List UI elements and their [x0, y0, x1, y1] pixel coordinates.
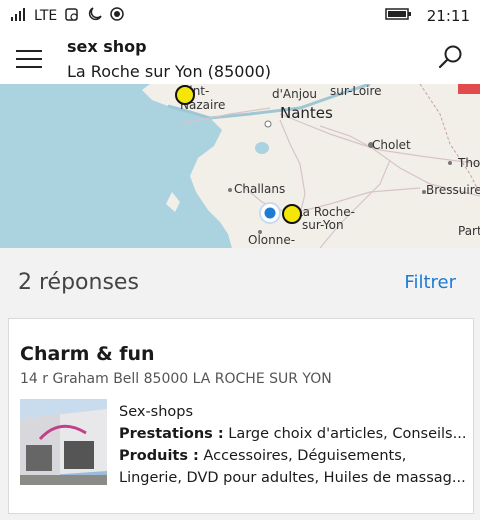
results-map[interactable]: aint- Nazaire d'Anjou sur-Loire Nantes C…: [0, 84, 480, 248]
battery-icon: [385, 7, 413, 25]
status-right: 21:11: [385, 7, 470, 25]
listing-card[interactable]: Charm & fun 14 r Graham Bell 85000 LA RO…: [8, 318, 474, 514]
menu-icon[interactable]: [16, 50, 42, 68]
status-bar: LTE 21:11: [0, 0, 480, 32]
produits-value: Accessoires, Déguisements,: [198, 448, 407, 464]
listing-address: 14 r Graham Bell 85000 LA ROCHE SUR YON: [20, 371, 332, 387]
listing-name[interactable]: Charm & fun: [20, 343, 155, 365]
produits-label: Produits :: [119, 448, 199, 464]
search-location[interactable]: La Roche sur Yon (85000): [67, 62, 271, 81]
listing-produits-cont: Lingerie, DVD pour adultes, Huiles de ma…: [119, 470, 466, 486]
location-status-icon: [109, 6, 125, 26]
results-bar: 2 réponses Filtrer: [0, 248, 480, 318]
listing-produits: Produits : Accessoires, Déguisements,: [119, 445, 469, 467]
map-markers: [175, 85, 302, 224]
prestations-value: Large choix d'articles, Conseils...: [223, 426, 467, 442]
search-icon[interactable]: [438, 44, 464, 70]
listing-details: Sex-shops Prestations : Large choix d'ar…: [119, 401, 469, 489]
network-type: LTE: [34, 8, 58, 24]
moon-icon: [87, 6, 103, 26]
prestations-label: Prestations :: [119, 426, 224, 442]
status-left: LTE: [10, 6, 125, 26]
listing-photo[interactable]: [20, 399, 107, 485]
search-query-title[interactable]: sex shop: [67, 37, 147, 56]
map-marker-result-2[interactable]: [282, 204, 302, 224]
listing-category: Sex-shops: [119, 404, 194, 420]
filter-button[interactable]: Filtrer: [404, 272, 456, 293]
results-count: 2 réponses: [18, 270, 139, 295]
clock: 21:11: [426, 7, 470, 25]
listing-prestations: Prestations : Large choix d'articles, Co…: [119, 423, 469, 445]
map-marker-result-1[interactable]: [175, 85, 195, 105]
signal-icon: [10, 7, 28, 25]
sim-icon: [63, 6, 81, 26]
app-header: sex shop La Roche sur Yon (85000): [0, 32, 480, 84]
